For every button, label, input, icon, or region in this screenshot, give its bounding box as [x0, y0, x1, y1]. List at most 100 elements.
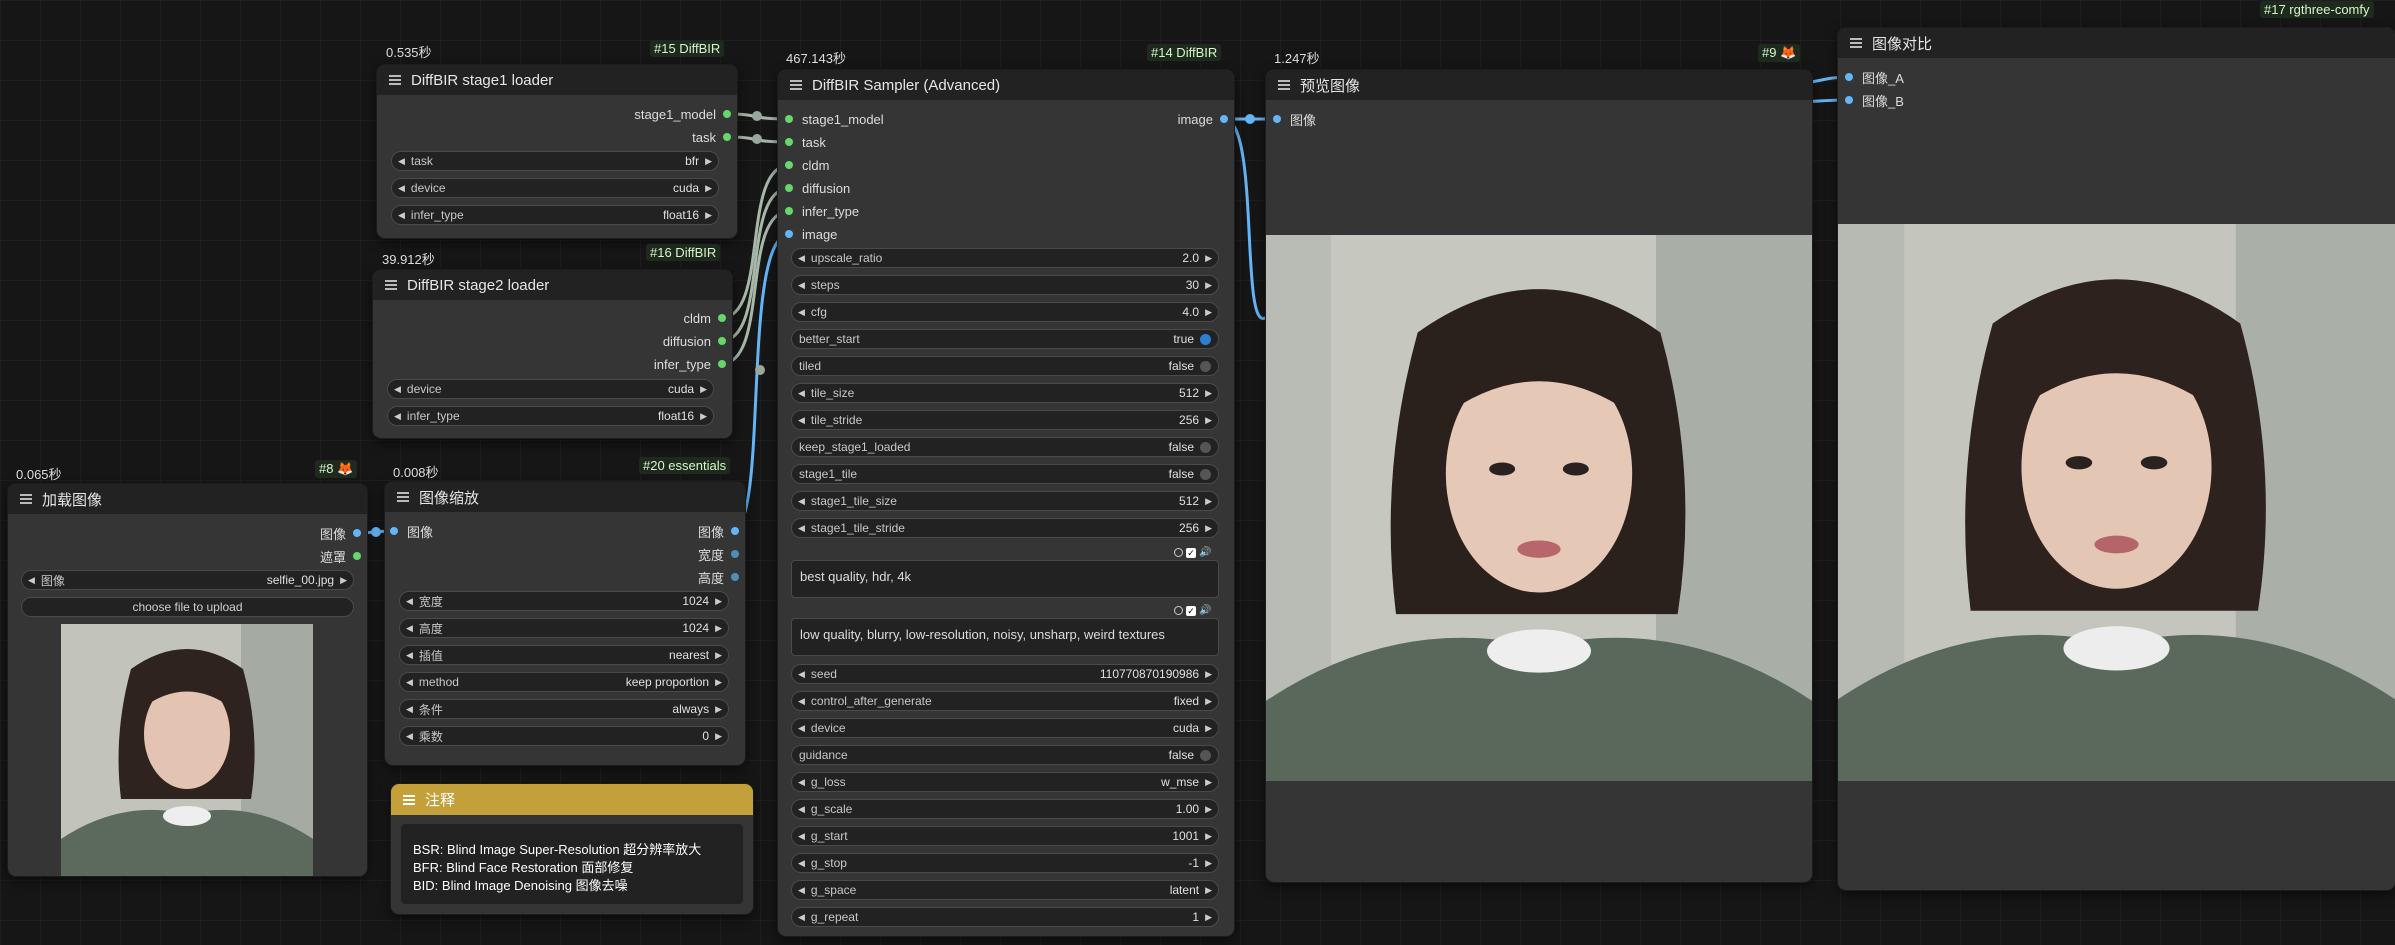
- left-arrow-icon[interactable]: ◀: [798, 723, 805, 734]
- input-socket[interactable]: [1273, 115, 1281, 123]
- right-arrow-icon[interactable]: ▶: [1205, 885, 1212, 896]
- input-image[interactable]: 图像: [390, 522, 433, 540]
- left-arrow-icon[interactable]: ◀: [398, 183, 405, 194]
- menu-icon[interactable]: [1278, 80, 1290, 90]
- toggle-indicator[interactable]: [1200, 468, 1211, 480]
- output-socket[interactable]: [731, 573, 739, 581]
- input-socket[interactable]: [785, 161, 793, 169]
- widget-cfg[interactable]: ◀ cfg 4.0 ▶: [791, 302, 1219, 322]
- node-header[interactable]: 加载图像: [8, 484, 367, 514]
- node-header[interactable]: DiffBIR Sampler (Advanced): [778, 70, 1234, 100]
- right-arrow-icon[interactable]: ▶: [1205, 777, 1212, 788]
- left-arrow-icon[interactable]: ◀: [798, 496, 805, 507]
- toggle-indicator[interactable]: [1200, 360, 1211, 372]
- input-image[interactable]: image: [785, 225, 837, 243]
- widget-steps[interactable]: ◀ steps 30 ▶: [791, 275, 1219, 295]
- menu-icon[interactable]: [20, 494, 32, 504]
- widget-upscale-ratio[interactable]: ◀ upscale_ratio 2.0 ▶: [791, 248, 1219, 268]
- left-arrow-icon[interactable]: ◀: [798, 669, 805, 680]
- left-arrow-icon[interactable]: ◀: [798, 777, 805, 788]
- menu-icon[interactable]: [397, 492, 409, 502]
- widget-g-space[interactable]: ◀ g_space latent ▶: [791, 880, 1219, 900]
- input-task[interactable]: task: [785, 133, 826, 151]
- left-arrow-icon[interactable]: ◀: [798, 831, 805, 842]
- right-arrow-icon[interactable]: ▶: [705, 210, 712, 221]
- left-arrow-icon[interactable]: ◀: [406, 596, 413, 607]
- output-socket[interactable]: [723, 110, 731, 118]
- widget-control-after-generate[interactable]: ◀ control_after_generate fixed ▶: [791, 691, 1219, 711]
- widget-device[interactable]: ◀ device cuda ▶: [391, 178, 719, 198]
- right-arrow-icon[interactable]: ▶: [715, 623, 722, 634]
- output-image[interactable]: 图像: [698, 522, 739, 540]
- left-arrow-icon[interactable]: ◀: [398, 156, 405, 167]
- output-socket[interactable]: [718, 337, 726, 345]
- widget-g-stop[interactable]: ◀ g_stop -1 ▶: [791, 853, 1219, 873]
- widget-task[interactable]: ◀ task bfr ▶: [391, 151, 719, 171]
- output-width[interactable]: 宽度: [698, 545, 739, 563]
- output-cldm[interactable]: cldm: [684, 309, 726, 327]
- input-infer-type[interactable]: infer_type: [785, 202, 859, 220]
- node-image-scale[interactable]: 图像缩放 图像 图像 宽度 高度 ◀ 宽度 1024 ▶ ◀ 高度 1024 ▶ ◀ 插值 ne…: [385, 482, 745, 765]
- right-arrow-icon[interactable]: ▶: [1205, 253, 1212, 264]
- output-socket[interactable]: [731, 527, 739, 535]
- left-arrow-icon[interactable]: ◀: [798, 696, 805, 707]
- output-task[interactable]: task: [692, 128, 731, 146]
- left-arrow-icon[interactable]: ◀: [798, 804, 805, 815]
- input-image[interactable]: 图像: [1273, 110, 1316, 128]
- node-load-image[interactable]: 加载图像 图像 遮罩 ◀ 图像 selfie_00.jpg ▶ choose file…: [8, 484, 367, 876]
- widget-g-start[interactable]: ◀ g_start 1001 ▶: [791, 826, 1219, 846]
- widget-seed[interactable]: ◀ seed 110770870190986 ▶: [791, 664, 1219, 684]
- left-arrow-icon[interactable]: ◀: [798, 885, 805, 896]
- node-header[interactable]: 图像缩放: [385, 482, 745, 512]
- output-mask[interactable]: 遮罩: [320, 547, 361, 565]
- left-arrow-icon[interactable]: ◀: [28, 575, 35, 586]
- left-arrow-icon[interactable]: ◀: [406, 623, 413, 634]
- left-arrow-icon[interactable]: ◀: [394, 411, 401, 422]
- speaker-icon[interactable]: 🔊: [1199, 605, 1211, 616]
- output-image[interactable]: 图像: [320, 524, 361, 542]
- output-height[interactable]: 高度: [698, 568, 739, 586]
- compare-image-viewer[interactable]: [1838, 224, 2395, 781]
- left-arrow-icon[interactable]: ◀: [398, 210, 405, 221]
- node-stage2-loader[interactable]: DiffBIR stage2 loader cldm diffusion inf…: [373, 270, 732, 438]
- right-arrow-icon[interactable]: ▶: [1205, 307, 1212, 318]
- output-socket[interactable]: [723, 133, 731, 141]
- input-socket[interactable]: [785, 138, 793, 146]
- input-diffusion[interactable]: diffusion: [785, 179, 850, 197]
- right-arrow-icon[interactable]: ▶: [705, 156, 712, 167]
- input-stage1-model[interactable]: stage1_model: [785, 110, 884, 128]
- checkbox-icon[interactable]: ✓: [1186, 547, 1196, 558]
- right-arrow-icon[interactable]: ▶: [1205, 804, 1212, 815]
- widget-width[interactable]: ◀ 宽度 1024 ▶: [399, 591, 729, 611]
- right-arrow-icon[interactable]: ▶: [1205, 496, 1212, 507]
- menu-icon[interactable]: [790, 80, 802, 90]
- negative-prompt-controls[interactable]: ✓ 🔊: [1174, 605, 1211, 616]
- left-arrow-icon[interactable]: ◀: [798, 523, 805, 534]
- positive-prompt-textarea[interactable]: best quality, hdr, 4k: [791, 560, 1219, 598]
- circle-icon[interactable]: [1174, 548, 1183, 557]
- widget-g-scale[interactable]: ◀ g_scale 1.00 ▶: [791, 799, 1219, 819]
- toggle-indicator[interactable]: [1200, 441, 1211, 453]
- right-arrow-icon[interactable]: ▶: [1205, 388, 1212, 399]
- right-arrow-icon[interactable]: ▶: [1205, 280, 1212, 291]
- right-arrow-icon[interactable]: ▶: [700, 411, 707, 422]
- toggle-indicator[interactable]: [1200, 333, 1211, 345]
- node-header[interactable]: 注释: [391, 784, 753, 815]
- toggle-guidance[interactable]: guidance false: [791, 745, 1219, 765]
- toggle-tiled[interactable]: tiled false: [791, 356, 1219, 376]
- menu-icon[interactable]: [385, 280, 397, 290]
- toggle-keep-stage1-loaded[interactable]: keep_stage1_loaded false: [791, 437, 1219, 457]
- left-arrow-icon[interactable]: ◀: [798, 415, 805, 426]
- circle-icon[interactable]: [1174, 606, 1183, 615]
- input-socket[interactable]: [390, 527, 398, 535]
- output-image[interactable]: image: [1178, 110, 1228, 128]
- output-socket[interactable]: [353, 552, 361, 560]
- right-arrow-icon[interactable]: ▶: [1205, 415, 1212, 426]
- menu-icon[interactable]: [403, 794, 415, 805]
- right-arrow-icon[interactable]: ▶: [715, 731, 722, 742]
- node-image-compare[interactable]: 图像对比 图像_A 图像_B: [1838, 28, 2395, 890]
- left-arrow-icon[interactable]: ◀: [406, 677, 413, 688]
- positive-prompt-controls[interactable]: ✓ 🔊: [1174, 547, 1211, 558]
- node-header[interactable]: 图像对比: [1838, 28, 2395, 58]
- input-image-b[interactable]: 图像_B: [1845, 91, 1904, 109]
